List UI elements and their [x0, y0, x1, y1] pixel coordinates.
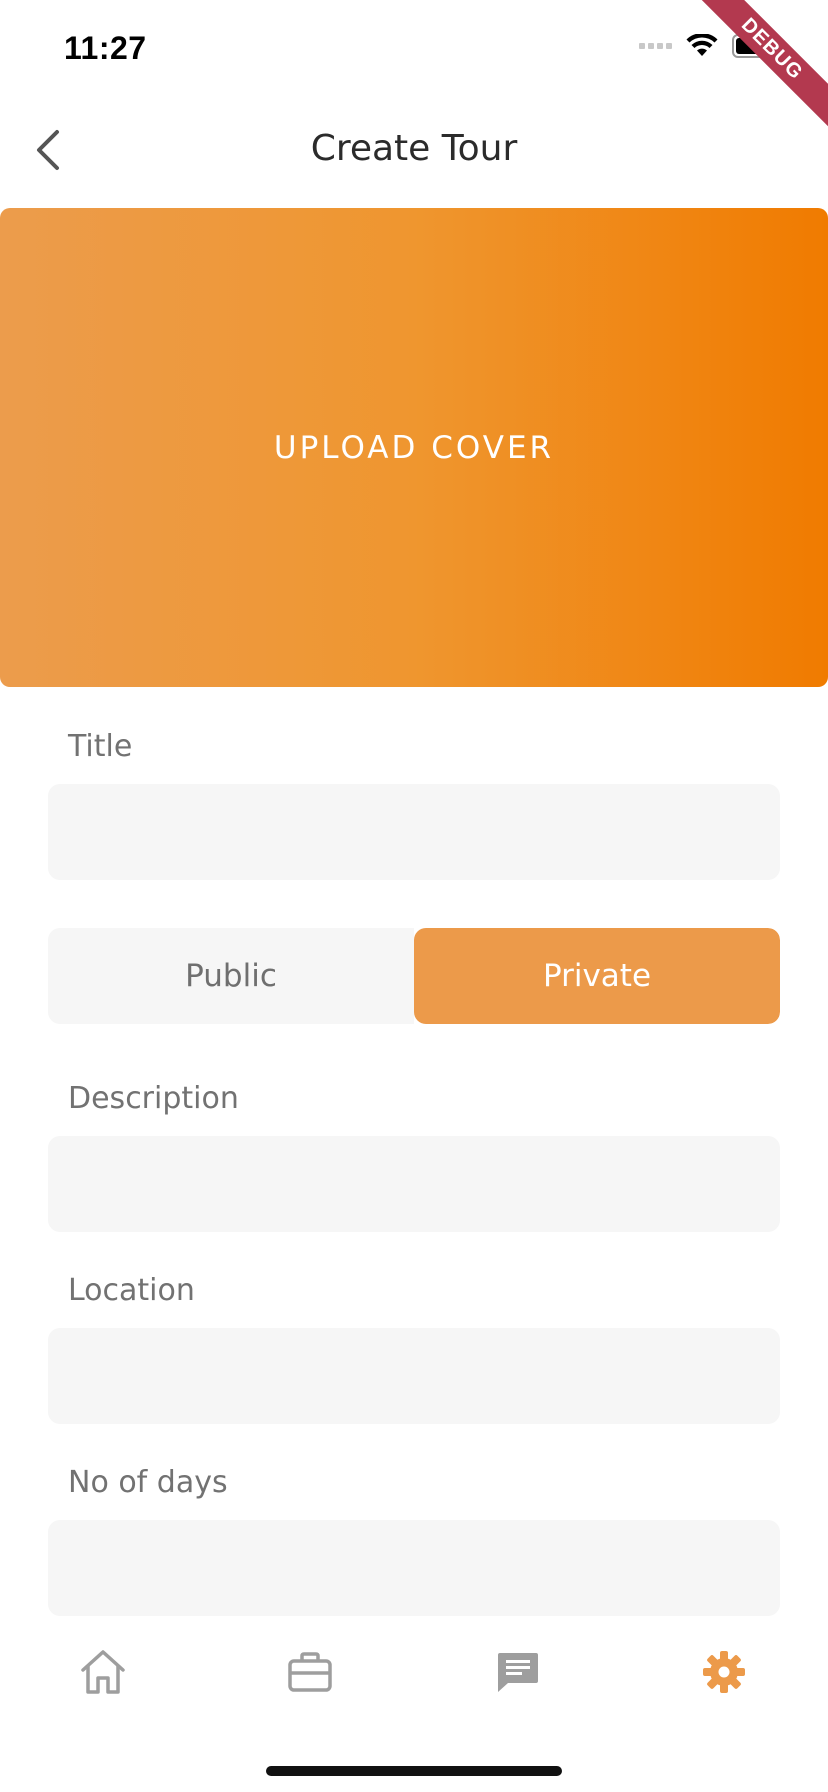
home-indicator	[266, 1766, 562, 1776]
upload-cover-label: UPLOAD COVER	[273, 429, 555, 466]
upload-cover-button[interactable]: UPLOAD COVER	[0, 208, 828, 687]
home-icon	[78, 1648, 128, 1700]
status-time: 11:27	[64, 30, 147, 66]
bottom-nav	[0, 1626, 828, 1716]
visibility-toggle: Public Private	[48, 928, 780, 1024]
private-option[interactable]: Private	[414, 928, 780, 1024]
description-label: Description	[68, 1081, 239, 1116]
days-input[interactable]	[48, 1520, 780, 1616]
days-label: No of days	[68, 1465, 228, 1500]
debug-banner: DEBUG	[690, 0, 828, 131]
nav-home[interactable]	[71, 1642, 135, 1706]
title-label: Title	[68, 729, 133, 764]
nav-tours[interactable]	[278, 1642, 342, 1706]
public-option[interactable]: Public	[48, 928, 414, 1024]
title-input[interactable]	[48, 784, 780, 880]
nav-settings[interactable]	[692, 1642, 756, 1706]
wifi-icon	[686, 34, 718, 58]
briefcase-icon	[287, 1651, 333, 1697]
location-label: Location	[68, 1273, 195, 1308]
chat-icon	[496, 1651, 540, 1697]
signal-icon	[639, 43, 672, 49]
gear-icon	[702, 1650, 746, 1698]
nav-messages[interactable]	[486, 1642, 550, 1706]
location-input[interactable]	[48, 1328, 780, 1424]
page-title: Create Tour	[310, 128, 518, 169]
description-input[interactable]	[48, 1136, 780, 1232]
